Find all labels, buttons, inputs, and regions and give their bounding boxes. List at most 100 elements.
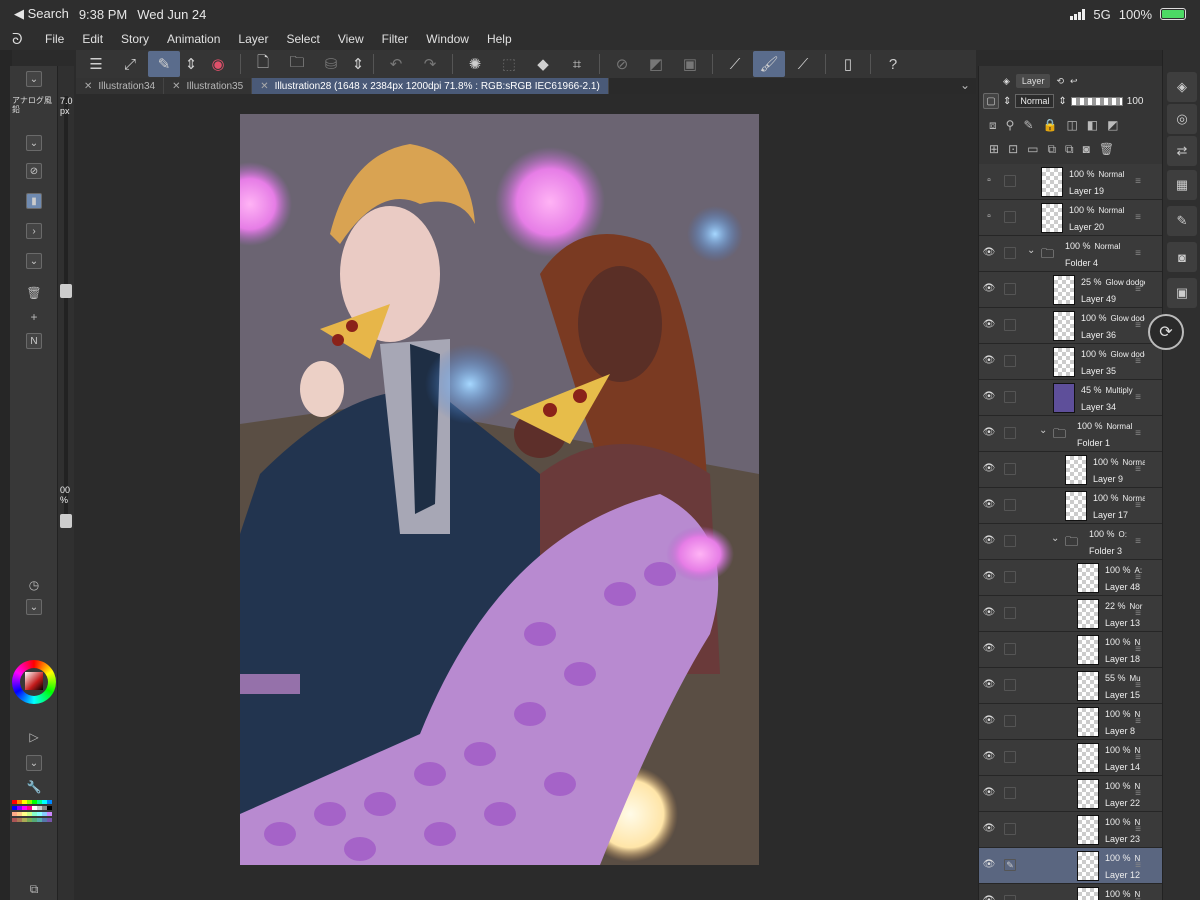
- menu-window[interactable]: Window: [417, 32, 478, 46]
- layer-handle-icon[interactable]: ≡: [1135, 788, 1141, 799]
- tab-layer[interactable]: Layer: [1015, 74, 1051, 88]
- layer-row[interactable]: 👁 100 % N Layer 22 ≡: [979, 776, 1163, 812]
- edit-file-icon[interactable]: ✎: [1167, 206, 1197, 236]
- layer-check-box[interactable]: [1004, 679, 1016, 691]
- layer-check-box[interactable]: [1004, 391, 1016, 403]
- eye-icon[interactable]: 👁: [982, 715, 996, 729]
- menu-file[interactable]: File: [36, 32, 73, 46]
- trash-icon[interactable]: 🗑: [26, 286, 41, 300]
- n-box-icon[interactable]: N: [26, 333, 42, 349]
- layer-row[interactable]: 👁 100 % Glow dodg Layer 35 ≡: [979, 344, 1163, 380]
- layer-handle-icon[interactable]: ≡: [1135, 284, 1141, 295]
- color-picker-square[interactable]: [25, 672, 43, 690]
- illustration-canvas[interactable]: [240, 114, 759, 865]
- visibility-off-icon[interactable]: ▫: [982, 211, 996, 225]
- eye-icon[interactable]: 👁: [982, 463, 996, 477]
- layer-handle-icon[interactable]: ≡: [1135, 248, 1141, 259]
- chevron-down-icon[interactable]: ⌄: [1039, 425, 1047, 436]
- back-to-search-link[interactable]: ◀ Search: [14, 6, 69, 22]
- layer-color-icon[interactable]: ▢: [983, 93, 999, 109]
- layer-check-box[interactable]: [1004, 427, 1016, 439]
- layer-row[interactable]: 👁 55 % Mu Layer 15 ≡: [979, 668, 1163, 704]
- transform-icon[interactable]: ⬚: [493, 51, 525, 77]
- layer-check-box[interactable]: [1004, 895, 1016, 900]
- smartphone-icon[interactable]: ▯: [832, 51, 864, 77]
- layer-check-box[interactable]: [1004, 643, 1016, 655]
- layer-check-box[interactable]: [1004, 247, 1016, 259]
- invert-selection-icon[interactable]: ◩: [640, 51, 672, 77]
- new-vector-layer-icon[interactable]: ⊡: [1008, 142, 1018, 156]
- trash-icon[interactable]: 🗑: [1099, 142, 1114, 156]
- layer-handle-icon[interactable]: ≡: [1135, 176, 1141, 187]
- eye-icon[interactable]: 👁: [982, 643, 996, 657]
- layer-row[interactable]: 👁 45 % Multiply Layer 34 ≡: [979, 380, 1163, 416]
- companion-mode-icon[interactable]: ◉: [202, 51, 234, 77]
- layer-folder-row[interactable]: 👁 ⌄ 🗀 100 % Normal Folder 1 ≡: [979, 416, 1163, 452]
- palette-swatch[interactable]: [47, 800, 52, 804]
- layer-row[interactable]: 👁 25 % Glow dodge Layer 49 ≡: [979, 272, 1163, 308]
- eye-icon[interactable]: 👁: [982, 823, 996, 837]
- menu-layer[interactable]: Layer: [229, 32, 277, 46]
- clock-icon[interactable]: ◷: [29, 578, 39, 592]
- eye-icon[interactable]: 👁: [982, 427, 996, 441]
- layer-row[interactable]: 👁 100 % A: Layer 48 ≡: [979, 560, 1163, 596]
- menu-story[interactable]: Story: [112, 32, 158, 46]
- layers-palette-icon[interactable]: ◈: [1167, 72, 1197, 102]
- up-down-icon[interactable]: ⇕: [182, 51, 200, 77]
- layer-check-box[interactable]: [1004, 283, 1016, 295]
- brush-tool-icon[interactable]: 🖌: [753, 51, 785, 77]
- redo-icon[interactable]: ↷: [414, 51, 446, 77]
- layer-check-box[interactable]: [1004, 211, 1016, 223]
- layer-folder-row[interactable]: 👁 ⌄ 🗀 100 % Normal Folder 4 ≡: [979, 236, 1163, 272]
- layer-row[interactable]: 👁 ✎ 100 % N Layer 12 ≡: [979, 848, 1163, 884]
- expand-icon[interactable]: ⤢: [114, 51, 146, 77]
- layer-check-box[interactable]: [1004, 499, 1016, 511]
- layer-row[interactable]: 👁100 %NLayer 10≡: [979, 884, 1163, 900]
- layer-check-box[interactable]: [1004, 823, 1016, 835]
- layer-row[interactable]: ▫ 100 % Normal Layer 19 ≡: [979, 164, 1163, 200]
- layer-handle-icon[interactable]: ≡: [1135, 500, 1141, 511]
- checkbox-icon[interactable]: ⌄: [26, 253, 42, 269]
- checkbox-icon[interactable]: ⌄: [26, 135, 42, 151]
- settings-box-icon[interactable]: ⊘: [26, 163, 42, 179]
- layer-handle-icon[interactable]: ≡: [1135, 356, 1141, 367]
- eye-icon[interactable]: 👁: [982, 499, 996, 513]
- layer-check-box[interactable]: [1004, 319, 1016, 331]
- wrench-icon[interactable]: 🔧: [27, 780, 42, 794]
- visibility-off-icon[interactable]: ▫: [982, 175, 996, 189]
- loading-icon[interactable]: ✺: [459, 51, 491, 77]
- eraser-tool-icon[interactable]: ⟋: [787, 51, 819, 77]
- layer-row[interactable]: 👁 100 % Glow dodg Layer 36 ≡: [979, 308, 1163, 344]
- layer-opacity-value[interactable]: 100: [1127, 96, 1144, 107]
- menu-filter[interactable]: Filter: [373, 32, 418, 46]
- eye-icon[interactable]: 👁: [982, 607, 996, 621]
- layers-small-icon[interactable]: ⧉: [30, 882, 39, 897]
- eye-icon[interactable]: 👁: [982, 859, 996, 873]
- lock-transparency-icon[interactable]: ◫: [1066, 118, 1077, 132]
- layer-check-box[interactable]: [1004, 787, 1016, 799]
- chevron-down-icon[interactable]: ⌄: [1027, 245, 1035, 256]
- eye-icon[interactable]: 👁: [982, 787, 996, 801]
- color-palette[interactable]: [12, 800, 52, 824]
- blend-mode-select[interactable]: Normal: [1015, 94, 1055, 108]
- new-raster-layer-icon[interactable]: ⊞: [989, 142, 999, 156]
- crop-icon[interactable]: ⌗: [561, 51, 593, 77]
- open-folder-icon[interactable]: 🗀: [281, 51, 313, 77]
- layer-check-box[interactable]: [1004, 175, 1016, 187]
- tab-illustration35[interactable]: ✕ Illustration35: [164, 78, 253, 94]
- layer-handle-icon[interactable]: ≡: [1135, 644, 1141, 655]
- clip-icon[interactable]: ⧈: [989, 118, 997, 133]
- opacity-slider-knob[interactable]: [60, 514, 72, 528]
- layer-check-box[interactable]: [1004, 607, 1016, 619]
- animation-icon[interactable]: ▣: [1167, 278, 1197, 308]
- eye-icon[interactable]: 👁: [982, 319, 996, 333]
- ruler-icon[interactable]: ◩: [1107, 118, 1118, 132]
- layer-handle-icon[interactable]: ≡: [1135, 212, 1141, 223]
- chevron-down-icon[interactable]: ⌄: [26, 599, 42, 615]
- rotate-view-button[interactable]: ⟳: [1148, 314, 1184, 350]
- layer-row[interactable]: 👁 100 % N Layer 14 ≡: [979, 740, 1163, 776]
- size-slider-knob[interactable]: [60, 284, 72, 298]
- menu-edit[interactable]: Edit: [73, 32, 112, 46]
- eye-icon[interactable]: 👁: [982, 355, 996, 369]
- palette-swatch[interactable]: [47, 818, 52, 822]
